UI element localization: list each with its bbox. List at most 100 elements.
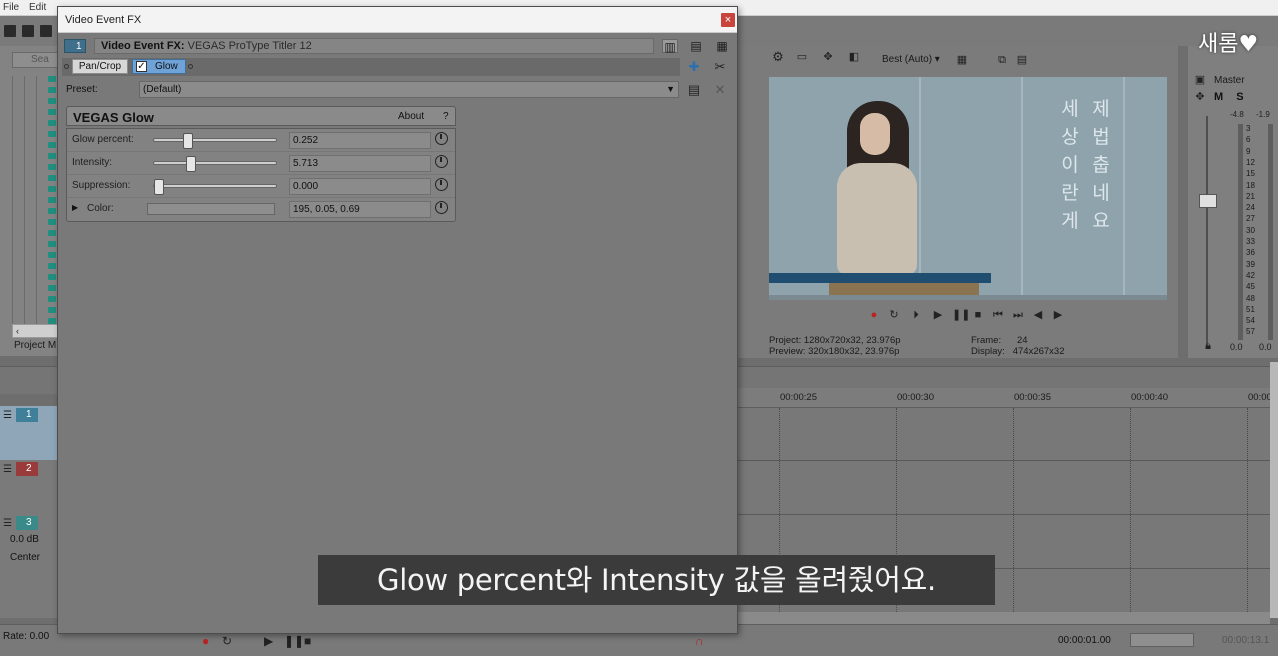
- media-item-icon[interactable]: [48, 197, 56, 203]
- media-item-icon[interactable]: [48, 252, 56, 258]
- timeline-vscroll[interactable]: [1270, 362, 1278, 618]
- stop-icon[interactable]: ■: [972, 309, 984, 321]
- media-item-icon[interactable]: [48, 109, 56, 115]
- dialog-titlebar[interactable]: Video Event FX ×: [58, 7, 737, 33]
- preset-dropdown[interactable]: (Default) ▼: [139, 81, 679, 98]
- media-hscroll[interactable]: ‹: [12, 324, 58, 338]
- mute-solo-buttons[interactable]: M S: [1214, 91, 1249, 103]
- track-pan[interactable]: Center: [10, 552, 40, 563]
- color-input[interactable]: 195, 0.05, 0.69: [289, 201, 431, 218]
- animate-icon[interactable]: [435, 201, 448, 214]
- remove-plugin-icon[interactable]: ✂: [712, 59, 728, 75]
- selection-length-field[interactable]: [1130, 633, 1194, 647]
- chain-pan-crop[interactable]: Pan/Crop: [72, 59, 128, 74]
- animate-icon[interactable]: [435, 155, 448, 168]
- prev-frame-icon[interactable]: ◀: [1032, 309, 1044, 321]
- media-item-icon[interactable]: [48, 274, 56, 280]
- track-menu-icon[interactable]: ☰: [3, 464, 12, 475]
- media-item-icon[interactable]: [48, 230, 56, 236]
- menu-file[interactable]: File: [3, 2, 19, 13]
- track-menu-icon[interactable]: ☰: [3, 410, 12, 421]
- media-item-icon[interactable]: [48, 175, 56, 181]
- track-menu-icon[interactable]: ☰: [3, 518, 12, 529]
- intensity-slider[interactable]: [153, 156, 277, 172]
- suppression-slider[interactable]: [153, 179, 277, 195]
- save-snapshot-icon[interactable]: ▤: [1016, 54, 1028, 66]
- animate-icon[interactable]: [435, 178, 448, 191]
- slider-thumb[interactable]: [182, 133, 193, 149]
- media-item-icon[interactable]: [48, 241, 56, 247]
- next-frame-icon[interactable]: ▶: [1052, 309, 1064, 321]
- pause-icon[interactable]: ❚❚: [952, 309, 970, 321]
- media-item-icon[interactable]: [48, 296, 56, 302]
- media-item-icon[interactable]: [48, 131, 56, 137]
- project-media-tab[interactable]: Project M: [14, 340, 56, 351]
- track-volume[interactable]: 0.0 dB: [10, 534, 39, 545]
- view-columns-icon[interactable]: ▤: [688, 39, 704, 53]
- track-header[interactable]: 3 ☰ 0.0 dB Center: [0, 514, 58, 568]
- save-preset-icon[interactable]: ▤: [686, 82, 702, 98]
- animate-icon[interactable]: [435, 132, 448, 145]
- track-header[interactable]: 1 ☰: [0, 406, 58, 460]
- master-fader-knob[interactable]: [1199, 194, 1217, 208]
- open-folder-icon[interactable]: [22, 25, 34, 37]
- slider-thumb[interactable]: [185, 156, 196, 172]
- media-item-icon[interactable]: [48, 263, 56, 269]
- split-view-icon[interactable]: ✥: [822, 51, 834, 63]
- help-button[interactable]: ?: [443, 111, 449, 122]
- intensity-input[interactable]: 5.713: [289, 155, 431, 172]
- go-to-end-icon[interactable]: ⏭: [1012, 309, 1024, 321]
- media-search-input[interactable]: Sea: [12, 52, 58, 68]
- expand-arrow-icon[interactable]: ▶: [72, 203, 78, 212]
- stop-icon[interactable]: ■: [304, 634, 311, 648]
- snap-magnet-icon[interactable]: ∩: [695, 634, 704, 648]
- view-grid-icon[interactable]: ▦: [714, 39, 730, 53]
- media-item-icon[interactable]: [48, 186, 56, 192]
- media-item-icon[interactable]: [48, 285, 56, 291]
- media-item-icon[interactable]: [48, 219, 56, 225]
- track-header[interactable]: 2 ☰: [0, 460, 58, 514]
- slider-thumb[interactable]: [154, 179, 164, 195]
- media-item-icon[interactable]: [48, 76, 56, 82]
- glow-percent-slider[interactable]: [153, 133, 277, 149]
- timeline-ruler[interactable]: 00:00:25 00:00:30 00:00:35 00:00:40 00:00: [738, 388, 1278, 408]
- overlays-icon[interactable]: ◧: [848, 51, 860, 63]
- gear-icon[interactable]: ⚙: [772, 50, 784, 63]
- color-swatch[interactable]: [147, 203, 275, 215]
- media-item-icon[interactable]: [48, 120, 56, 126]
- media-item-icon[interactable]: [48, 307, 56, 313]
- plugin-chooser-icon[interactable]: ✚: [686, 59, 702, 75]
- play-from-start-icon[interactable]: ⏵: [910, 309, 922, 321]
- save-icon[interactable]: [40, 25, 52, 37]
- pause-icon[interactable]: ❚❚: [284, 634, 304, 648]
- media-item-icon[interactable]: [48, 208, 56, 214]
- loop-icon[interactable]: ↻: [888, 309, 900, 321]
- go-to-start-icon[interactable]: ⏮: [992, 309, 1004, 321]
- preview-quality-dropdown[interactable]: Best (Auto) ▾: [882, 54, 940, 65]
- menu-edit[interactable]: Edit: [29, 2, 46, 13]
- media-item-icon[interactable]: [48, 142, 56, 148]
- loop-icon[interactable]: ↻: [222, 634, 232, 648]
- media-item-icon[interactable]: [48, 153, 56, 159]
- record-icon[interactable]: ●: [868, 309, 880, 321]
- move-icon[interactable]: ✥: [1194, 91, 1206, 103]
- glow-enabled-checkbox[interactable]: ✓: [136, 61, 147, 72]
- about-button[interactable]: About: [398, 111, 424, 122]
- glow-percent-input[interactable]: 0.252: [289, 132, 431, 149]
- media-item-icon[interactable]: [48, 164, 56, 170]
- video-output-icon[interactable]: ▭: [796, 51, 808, 63]
- view-list-icon[interactable]: ▥: [662, 39, 678, 54]
- lock-icon[interactable]: 🔒︎: [1202, 340, 1214, 352]
- media-item-icon[interactable]: [48, 87, 56, 93]
- play-icon[interactable]: ▶: [264, 634, 273, 648]
- media-item-icon[interactable]: [48, 98, 56, 104]
- timeline-hscroll[interactable]: [738, 612, 1270, 624]
- delete-preset-icon[interactable]: ✕: [712, 82, 728, 98]
- copy-snapshot-icon[interactable]: ⧉: [996, 54, 1008, 66]
- new-file-icon[interactable]: [4, 25, 16, 37]
- chain-glow[interactable]: ✓ Glow: [132, 59, 186, 74]
- close-button[interactable]: ×: [721, 13, 735, 27]
- play-icon[interactable]: ▶: [932, 309, 944, 321]
- master-fader-track[interactable]: [1206, 116, 1208, 346]
- suppression-input[interactable]: 0.000: [289, 178, 431, 195]
